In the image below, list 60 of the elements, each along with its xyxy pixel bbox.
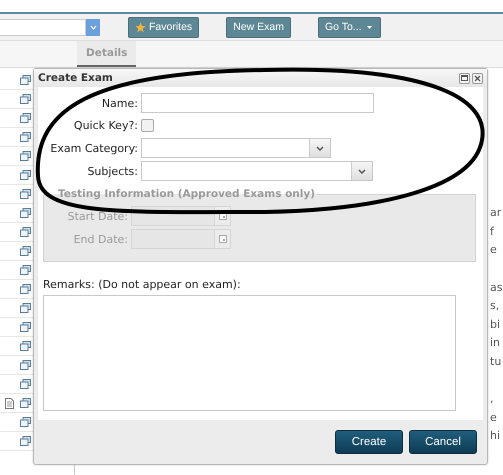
field-label: Start Date:: [66, 210, 129, 222]
window-icon[interactable]: [20, 75, 31, 85]
body-text: tu: [490, 354, 502, 370]
remarks-label: Remarks: (Do not appear on exam):: [43, 278, 242, 291]
group-legend: Testing Information (Approved Exams only): [50, 188, 318, 200]
window-icon[interactable]: [20, 246, 31, 256]
window-icon[interactable]: [20, 341, 31, 351]
field-label: Exam Category:: [50, 142, 138, 154]
window-icon[interactable]: [20, 303, 31, 313]
window-icon[interactable]: [20, 265, 31, 275]
toolbar-button[interactable]: Go To...: [318, 16, 381, 38]
close-button[interactable]: [472, 72, 483, 84]
chevron-down-icon[interactable]: [358, 168, 366, 174]
text-field[interactable]: [141, 93, 374, 113]
body-text: s,: [490, 298, 500, 314]
window-icon[interactable]: [20, 113, 31, 123]
window-icon[interactable]: [20, 132, 31, 142]
body-text: e: [490, 242, 498, 258]
caret-icon: [364, 24, 374, 30]
chevron-down-icon[interactable]: [316, 146, 324, 150]
dialog-button[interactable]: Create: [335, 430, 403, 454]
window-icon[interactable]: [20, 189, 31, 199]
body-text: hi: [490, 428, 502, 444]
dropdown-button[interactable]: [86, 18, 100, 36]
dialog-title: Create Exam: [38, 72, 114, 84]
window-icon[interactable]: [20, 360, 31, 370]
window-icon[interactable]: [20, 227, 31, 237]
window-icon[interactable]: [20, 208, 31, 218]
dialog-button[interactable]: Cancel: [409, 430, 477, 454]
field-label: End Date:: [72, 232, 129, 246]
toolbar-button[interactable]: New Exam: [226, 16, 291, 38]
window-icon[interactable]: [20, 94, 31, 104]
remarks-field[interactable]: [43, 295, 456, 411]
window-icon[interactable]: [20, 170, 31, 180]
body-text: in: [490, 335, 502, 351]
search-combo-field[interactable]: [0, 18, 86, 36]
dropdown-field[interactable]: [141, 138, 331, 158]
star-icon: [135, 22, 146, 32]
tab[interactable]: Details: [77, 41, 136, 67]
field-label: Quick Key?:: [74, 119, 138, 132]
toolbar-button[interactable]: Favorites: [128, 16, 200, 38]
window-icon[interactable]: [20, 417, 31, 427]
body-text: f: [490, 224, 496, 240]
dropdown-field[interactable]: [141, 161, 373, 181]
body-text: ar: [490, 205, 502, 221]
document-icon[interactable]: [5, 398, 14, 408]
window-icon[interactable]: [20, 379, 31, 389]
checkbox[interactable]: [141, 119, 154, 132]
field-label: Subjects:: [87, 164, 138, 178]
window-icon[interactable]: [20, 284, 31, 294]
field-label: Name:: [102, 96, 138, 110]
maximize-button[interactable]: [459, 72, 470, 84]
body-text: ,: [490, 391, 494, 407]
body-text: e: [490, 410, 498, 426]
body-text: bi: [490, 316, 502, 332]
window-icon[interactable]: [20, 322, 31, 332]
window-icon[interactable]: [20, 398, 31, 408]
window-icon[interactable]: [20, 151, 31, 161]
body-text: as: [490, 280, 503, 296]
window-icon[interactable]: [20, 436, 31, 446]
